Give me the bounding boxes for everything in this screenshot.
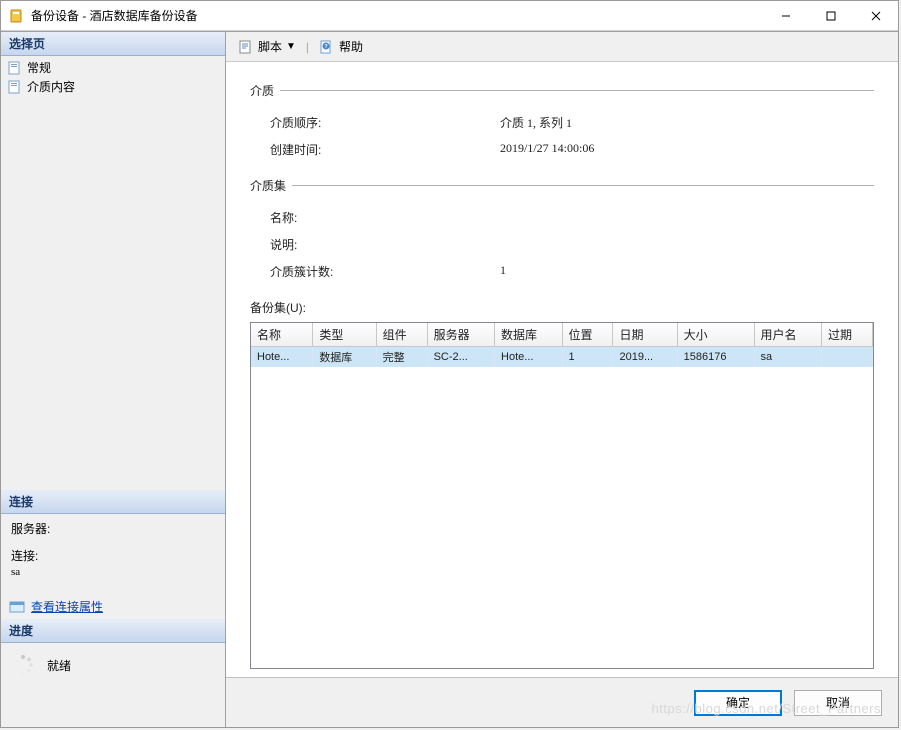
cell-database: Hote... — [495, 347, 562, 368]
cell-component: 完整 — [376, 347, 427, 368]
page-item-label: 常规 — [27, 59, 51, 76]
mediaset-group-label: 介质集 — [250, 177, 286, 194]
script-button[interactable]: 脚本 ▼ — [234, 36, 300, 57]
cell-position: 1 — [562, 347, 613, 368]
col-position[interactable]: 位置 — [562, 323, 613, 347]
main-panel: 介质 介质顺序: 介质 1, 系列 1 创建时间: 2019/1/27 14:0… — [226, 62, 898, 677]
cell-size: 1586176 — [677, 347, 754, 368]
media-group: 介质 介质顺序: 介质 1, 系列 1 创建时间: 2019/1/27 14:0… — [250, 82, 874, 163]
media-group-label: 介质 — [250, 82, 274, 99]
created-label: 创建时间: — [270, 141, 500, 158]
name-value — [500, 209, 874, 226]
help-icon: ? — [319, 39, 335, 55]
connection-value: sa — [11, 566, 215, 578]
media-sequence-value: 介质 1, 系列 1 — [500, 114, 874, 131]
server-label: 服务器: — [11, 520, 215, 537]
cell-server: SC-2... — [427, 347, 494, 368]
mediaset-group: 介质集 名称: 说明: 介质簇计数: 1 — [250, 177, 874, 285]
script-icon — [238, 39, 254, 55]
page-icon — [7, 60, 23, 76]
dialog-body: 选择页 常规 介质内容 连接 服务器: 连接: sa — [1, 31, 898, 727]
script-label: 脚本 — [258, 38, 282, 55]
divider — [280, 90, 874, 91]
toolbar: 脚本 ▼ | ? 帮助 — [226, 32, 898, 62]
table-row[interactable]: Hote... 数据库 完整 SC-2... Hote... 1 2019...… — [251, 347, 873, 368]
connection-label: 连接: — [11, 547, 215, 564]
col-component[interactable]: 组件 — [376, 323, 427, 347]
title-bar: 备份设备 - 酒店数据库备份设备 — [1, 1, 898, 31]
maximize-button[interactable] — [808, 1, 853, 30]
help-label: 帮助 — [339, 38, 363, 55]
minimize-button[interactable] — [763, 1, 808, 30]
backupset-table: 名称 类型 组件 服务器 数据库 位置 日期 大小 用户名 过期 — [251, 323, 873, 367]
media-sequence-label: 介质顺序: — [270, 114, 500, 131]
name-label: 名称: — [270, 209, 500, 226]
divider — [292, 185, 874, 186]
page-list: 常规 介质内容 — [1, 56, 225, 98]
spinner-icon — [11, 653, 35, 677]
connection-info: 服务器: 连接: sa — [1, 514, 225, 594]
desc-value — [500, 236, 874, 253]
col-date[interactable]: 日期 — [613, 323, 677, 347]
progress-header: 进度 — [1, 619, 225, 643]
cell-user: sa — [754, 347, 821, 368]
page-item-general[interactable]: 常规 — [5, 58, 221, 77]
app-icon — [9, 8, 25, 24]
view-connection-props-link[interactable]: 查看连接属性 — [31, 598, 103, 615]
connection-header: 连接 — [1, 490, 225, 514]
progress-status: 就绪 — [47, 657, 71, 674]
cell-expire — [821, 347, 872, 368]
col-database[interactable]: 数据库 — [495, 323, 562, 347]
backupset-table-wrap[interactable]: 名称 类型 组件 服务器 数据库 位置 日期 大小 用户名 过期 — [250, 322, 874, 669]
watermark: https://blog.csdn.net/Street_Partners — [651, 701, 881, 716]
sidebar: 选择页 常规 介质内容 连接 服务器: 连接: sa — [1, 32, 226, 727]
svg-text:?: ? — [325, 44, 328, 50]
dialog-window: 备份设备 - 酒店数据库备份设备 选择页 常规 介质内容 — [0, 0, 899, 728]
cell-name: Hote... — [251, 347, 313, 368]
content-area: 脚本 ▼ | ? 帮助 介质 介质顺序: 介质 1, 系 — [226, 32, 898, 727]
desc-label: 说明: — [270, 236, 500, 253]
help-button[interactable]: ? 帮助 — [315, 36, 367, 57]
dropdown-icon: ▼ — [286, 41, 296, 52]
cell-type: 数据库 — [313, 347, 376, 368]
view-connection-props[interactable]: 查看连接属性 — [1, 594, 225, 619]
col-user[interactable]: 用户名 — [754, 323, 821, 347]
progress-area: 就绪 — [1, 643, 225, 687]
page-item-label: 介质内容 — [27, 78, 75, 95]
page-icon — [7, 79, 23, 95]
col-size[interactable]: 大小 — [677, 323, 754, 347]
created-value: 2019/1/27 14:00:06 — [500, 141, 874, 158]
select-page-header: 选择页 — [1, 32, 225, 56]
window-title: 备份设备 - 酒店数据库备份设备 — [31, 7, 763, 24]
close-button[interactable] — [853, 1, 898, 30]
col-type[interactable]: 类型 — [313, 323, 376, 347]
properties-icon — [9, 599, 25, 615]
col-expire[interactable]: 过期 — [821, 323, 872, 347]
cell-date: 2019... — [613, 347, 677, 368]
family-count-label: 介质簇计数: — [270, 263, 500, 280]
page-item-media-content[interactable]: 介质内容 — [5, 77, 221, 96]
col-server[interactable]: 服务器 — [427, 323, 494, 347]
backupset-label: 备份集(U): — [250, 299, 874, 316]
family-count-value: 1 — [500, 263, 874, 280]
col-name[interactable]: 名称 — [251, 323, 313, 347]
